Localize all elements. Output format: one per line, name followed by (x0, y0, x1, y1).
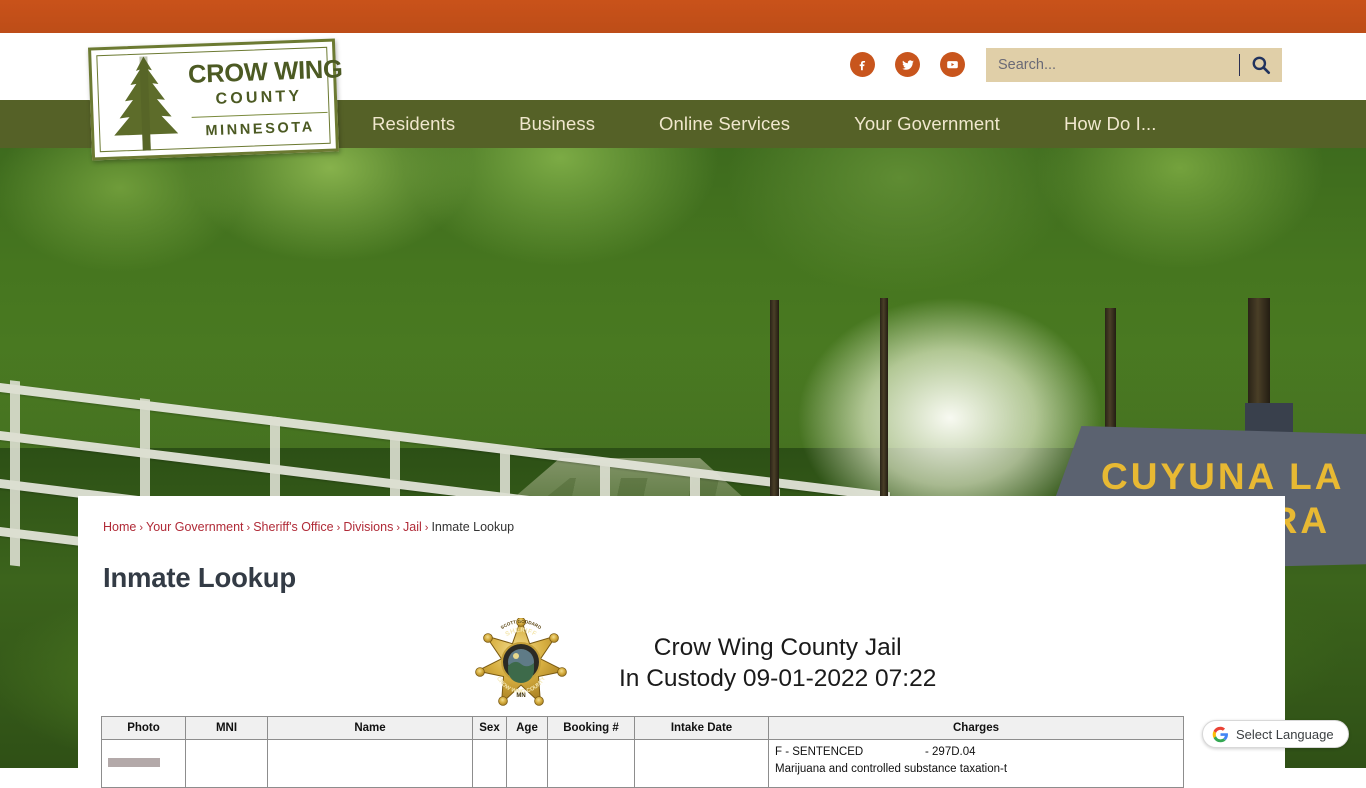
logo-text-block: CROW WING COUNTY MINNESOTA (187, 55, 344, 140)
breadcrumb-item-home[interactable]: Home (103, 520, 136, 534)
column-header-photo: Photo (101, 716, 186, 740)
charge-status: F - SENTENCED (775, 746, 864, 758)
search-input[interactable] (986, 49, 1239, 81)
column-header-mni: MNI (185, 716, 268, 740)
content-panel: Home › Your Government › Sheriff's Office › Di… (78, 496, 1285, 788)
nav-item-online-services[interactable]: Online Services (627, 113, 822, 135)
nav-item-residents[interactable]: Residents (340, 113, 487, 135)
google-translate-widget[interactable]: Select Language (1202, 720, 1349, 748)
breadcrumb-item-divisions[interactable]: Divisions (343, 520, 393, 534)
logo-divider (191, 111, 328, 118)
jail-name: Crow Wing County Jail (653, 634, 902, 662)
breadcrumb-separator: › (246, 522, 251, 534)
breadcrumb-separator: › (139, 522, 144, 534)
search-icon (1252, 56, 1271, 75)
cell-age (506, 739, 548, 788)
breadcrumb-item-sheriffs-office[interactable]: Sheriff's Office (253, 520, 333, 534)
cell-intake (634, 739, 769, 788)
cell-photo (101, 739, 186, 788)
inmate-table-wrapper: Photo MNI Name Sex Age Booking # Intake … (101, 716, 1184, 788)
column-header-charges: Charges (768, 716, 1184, 740)
breadcrumb-item-your-government[interactable]: Your Government (146, 520, 244, 534)
svg-text:MN: MN (516, 693, 525, 699)
column-header-name: Name (267, 716, 473, 740)
twitter-icon[interactable] (895, 52, 920, 77)
breadcrumb-item-jail[interactable]: Jail (403, 520, 422, 534)
column-header-intake-date: Intake Date (634, 716, 769, 740)
broken-image-placeholder-icon (108, 758, 160, 767)
cell-sex (472, 739, 507, 788)
hero-sign-line1: CUYUNA LA (1101, 455, 1345, 497)
social-links (850, 52, 965, 77)
translate-label: Select Language (1236, 726, 1334, 742)
youtube-icon[interactable] (940, 52, 965, 77)
column-header-age: Age (506, 716, 548, 740)
cell-mni (185, 739, 268, 788)
logo-line-2: COUNTY (215, 87, 303, 108)
table-row: F - SENTENCED - 297D.04 Marijuana and con… (101, 739, 1184, 788)
cell-charges: F - SENTENCED - 297D.04 Marijuana and con… (768, 739, 1184, 788)
pine-tree-icon (114, 56, 179, 151)
search-button[interactable] (1240, 48, 1282, 82)
breadcrumb-separator: › (424, 522, 429, 534)
sheriff-star-badge-icon: SHERIFF SCOTT GODDARD CROW WING COUNTY M… (475, 618, 567, 706)
nav-item-list: Residents Business Online Services Your … (340, 100, 1189, 148)
charge-entry: F - SENTENCED - 297D.04 (775, 744, 1177, 761)
top-accent-bar (0, 0, 1366, 33)
table-header-row: Photo MNI Name Sex Age Booking # Intake … (101, 716, 1184, 740)
jail-title-block: Crow Wing County Jail In Custody 09-01-2… (619, 633, 936, 695)
logo-line-1: CROW WING (187, 55, 344, 89)
google-g-icon (1212, 726, 1228, 742)
breadcrumb-item-current: Inmate Lookup (431, 520, 515, 534)
breadcrumb: Home › Your Government › Sheriff's Office › Di… (103, 520, 514, 534)
search-bar[interactable] (986, 48, 1282, 82)
county-logo[interactable]: CROW WING COUNTY MINNESOTA (88, 38, 344, 161)
column-header-booking: Booking # (547, 716, 635, 740)
nav-item-how-do-i[interactable]: How Do I... (1032, 113, 1189, 135)
breadcrumb-separator: › (336, 522, 341, 534)
charge-description: Marijuana and controlled substance taxat… (775, 762, 1008, 775)
column-header-sex: Sex (472, 716, 507, 740)
charge-statute: - 297D.04 (925, 746, 976, 758)
inmate-table: Photo MNI Name Sex Age Booking # Intake … (101, 716, 1184, 788)
breadcrumb-separator: › (396, 522, 400, 534)
page-title: Inmate Lookup (103, 562, 296, 593)
jail-custody-timestamp: In Custody 09-01-2022 07:22 (619, 665, 937, 692)
facebook-icon[interactable] (850, 52, 875, 77)
cell-booking (547, 739, 635, 788)
hero-tree-trunk (880, 298, 888, 508)
nav-item-business[interactable]: Business (487, 113, 627, 135)
cell-name (267, 739, 473, 788)
jail-header: SHERIFF SCOTT GODDARD CROW WING COUNTY M… (473, 618, 936, 710)
nav-item-your-government[interactable]: Your Government (822, 113, 1032, 135)
